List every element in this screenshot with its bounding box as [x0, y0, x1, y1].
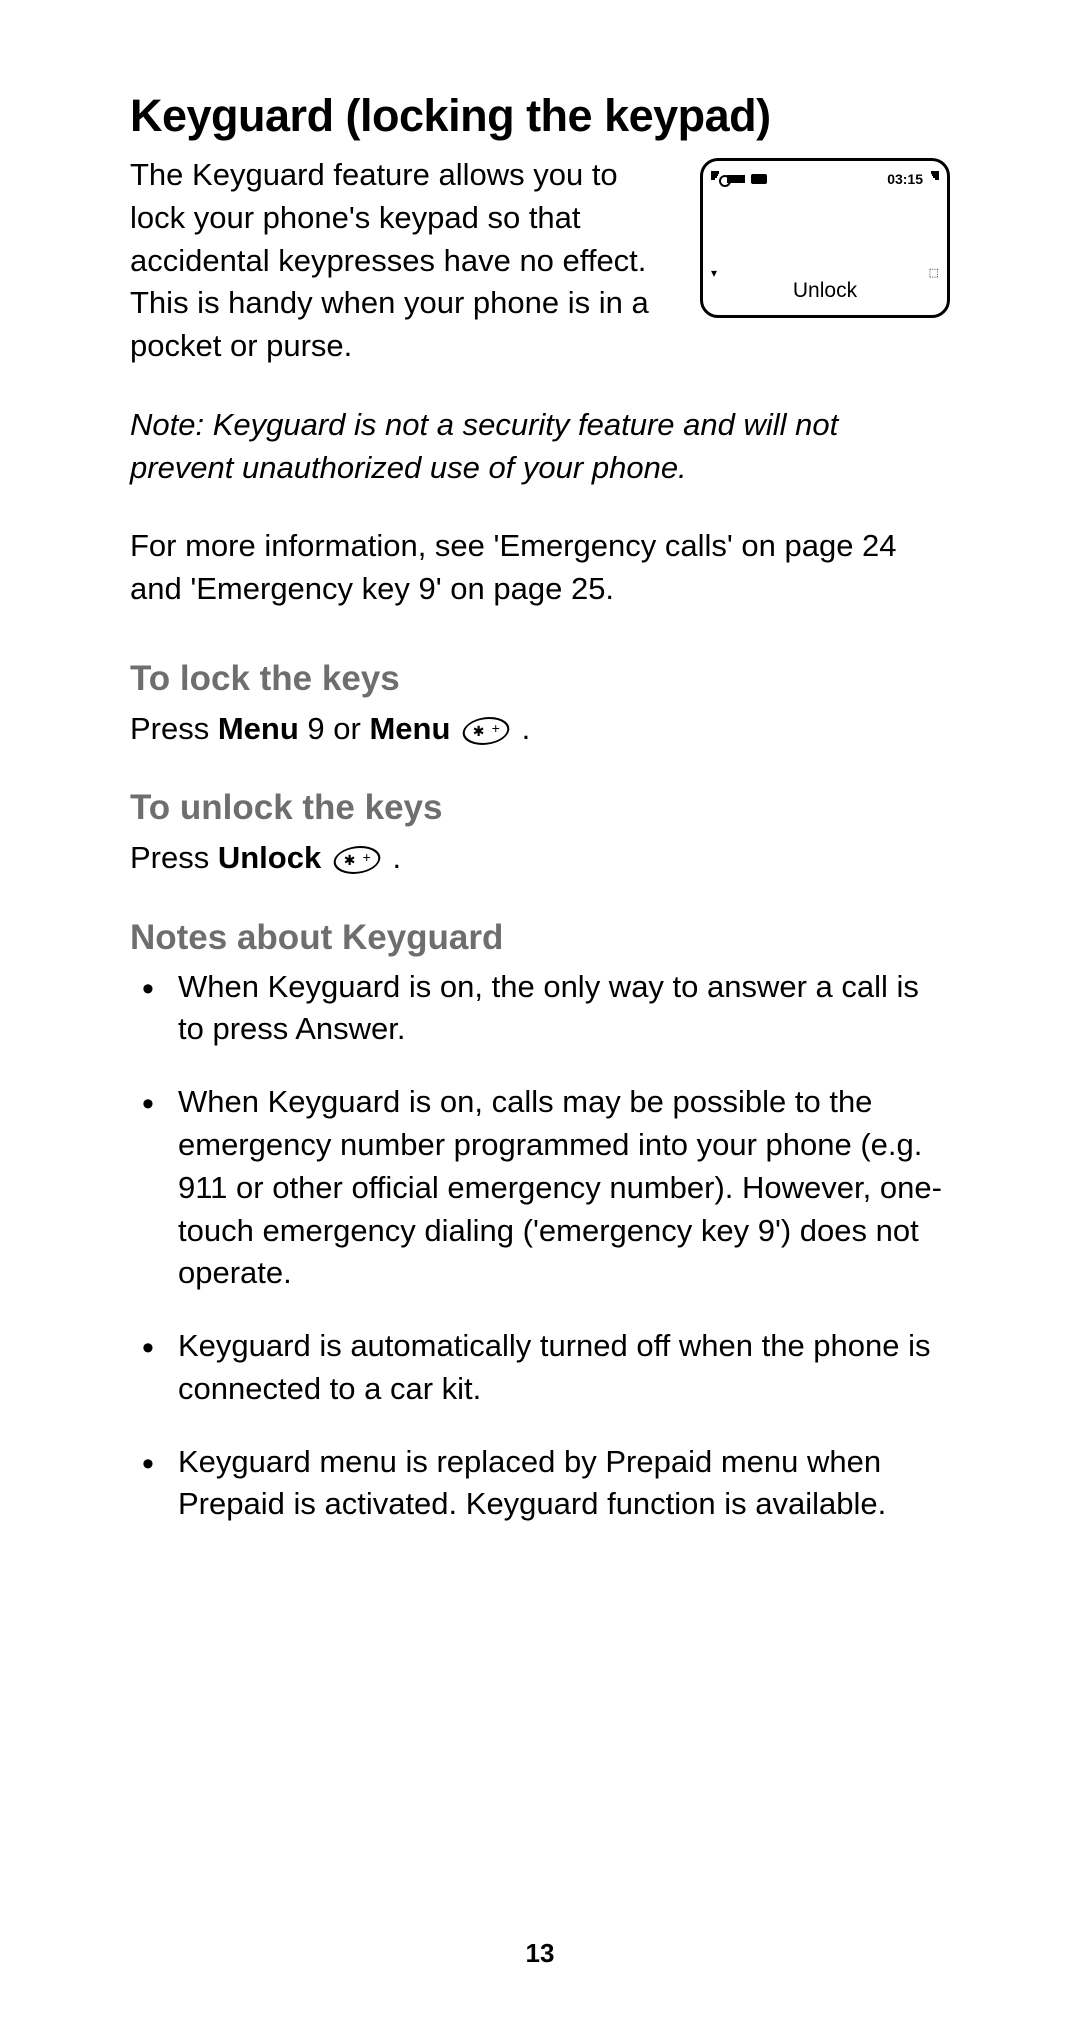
- signal-bars-left: ▾: [711, 171, 719, 279]
- intro-paragraph: The Keyguard feature allows you to lock …: [130, 154, 680, 368]
- list-item: When Keyguard is on, the only way to ans…: [178, 966, 950, 1052]
- notes-list: When Keyguard is on, the only way to ans…: [130, 966, 950, 1526]
- page-number: 13: [0, 1938, 1080, 1969]
- star-key-icon: [459, 717, 513, 745]
- lock-heading: To lock the keys: [130, 659, 950, 699]
- list-item: Keyguard menu is replaced by Prepaid men…: [178, 1441, 950, 1527]
- list-item: Keyguard is automatically turned off whe…: [178, 1325, 950, 1411]
- signal-bars-right: ⬚: [931, 171, 939, 279]
- phone-screen-illustration: 03:15 ▾ ⬚ Unlock: [700, 158, 950, 318]
- more-info-paragraph: For more information, see 'Emergency cal…: [130, 525, 950, 611]
- star-key-icon: [330, 846, 384, 874]
- unlock-instruction: Press Unlock .: [130, 836, 950, 879]
- note-paragraph: Note: Keyguard is not a security feature…: [130, 404, 950, 490]
- unlock-heading: To unlock the keys: [130, 788, 950, 828]
- page-title: Keyguard (locking the keypad): [130, 90, 950, 142]
- lock-instruction: Press Menu 9 or Menu .: [130, 707, 950, 750]
- notes-heading: Notes about Keyguard: [130, 918, 950, 958]
- phone-softkey-label: Unlock: [709, 279, 941, 303]
- phone-time: 03:15: [887, 171, 923, 187]
- key-icon: [727, 175, 745, 183]
- battery-icon: [751, 174, 767, 184]
- list-item: When Keyguard is on, calls may be possib…: [178, 1081, 950, 1295]
